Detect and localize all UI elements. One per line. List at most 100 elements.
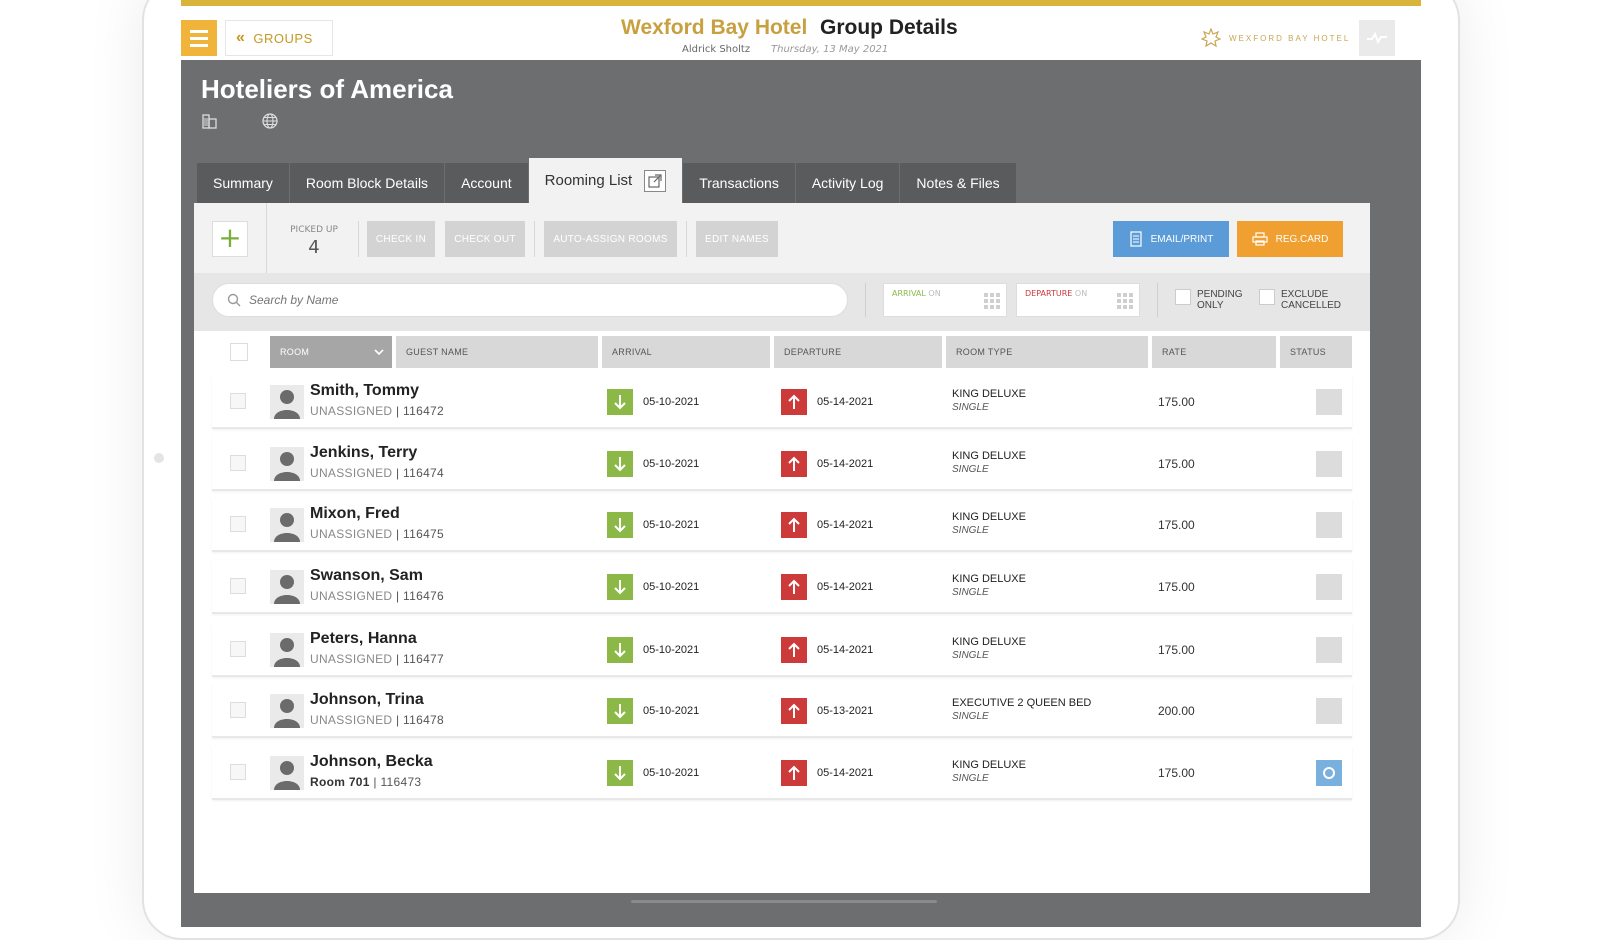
auto-assign-rooms-button[interactable]: AUTO-ASSIGN ROOMS	[544, 221, 677, 257]
table-row[interactable]: Johnson, Trina UNASSIGNED | 116478 05-10-2…	[212, 684, 1352, 738]
departure-date: 05-14-2021	[817, 396, 874, 408]
exclude-cancelled-checkbox[interactable]: EXCLUDE CANCELLED	[1259, 289, 1341, 311]
table-row[interactable]: Jenkins, Terry UNASSIGNED | 116474 05-10-2…	[212, 437, 1352, 491]
table-row[interactable]: Johnson, Becka Room 701 | 116473 05-10-202…	[212, 746, 1352, 800]
checkbox-box[interactable]	[1259, 289, 1275, 305]
table-row[interactable]: Swanson, Sam UNASSIGNED | 116476 05-10-202…	[212, 560, 1352, 614]
guest-name[interactable]: Johnson, Becka	[310, 753, 433, 771]
departure-date: 05-14-2021	[817, 519, 874, 531]
departure-arrow-icon	[781, 698, 807, 724]
email-print-button[interactable]: EMAIL/PRINT	[1113, 221, 1229, 257]
tab-rooming-list[interactable]: Rooming List	[528, 158, 684, 203]
arrival-date: 05-10-2021	[643, 458, 700, 470]
tab-activity-log[interactable]: Activity Log	[795, 163, 901, 203]
building-icon[interactable]	[201, 112, 219, 134]
room-type: KING DELUXE SINGLE	[952, 759, 1026, 784]
rate: 175.00	[1158, 580, 1195, 594]
table-row[interactable]: Smith, Tommy UNASSIGNED | 116472 05-10-202…	[212, 375, 1352, 429]
departure-date-filter[interactable]: DEPARTURE ON	[1016, 283, 1140, 317]
calendar-grid-icon[interactable]	[1117, 293, 1133, 309]
status-button[interactable]	[1316, 760, 1342, 786]
divider	[358, 221, 359, 257]
status-button[interactable]	[1316, 698, 1342, 724]
add-guest-button[interactable]: +	[212, 221, 248, 257]
avatar	[270, 694, 304, 728]
room-assignment: Room 701	[310, 775, 370, 789]
rate: 200.00	[1158, 704, 1195, 718]
departure-arrow-icon	[781, 637, 807, 663]
row-checkbox[interactable]	[230, 764, 246, 780]
room-type: EXECUTIVE 2 QUEEN BED SINGLE	[952, 697, 1091, 722]
table-row[interactable]: Peters, Hanna UNASSIGNED | 116477 05-10-20…	[212, 623, 1352, 677]
status-button[interactable]	[1316, 637, 1342, 663]
room-type-name: KING DELUXE	[952, 388, 1026, 400]
activity-pulse-button[interactable]	[1359, 20, 1395, 56]
occupancy: SINGLE	[952, 525, 989, 536]
departure-arrow-icon	[781, 512, 807, 538]
column-header-departure[interactable]: DEPARTURE	[774, 336, 942, 368]
status-button[interactable]	[1316, 451, 1342, 477]
guest-name[interactable]: Swanson, Sam	[310, 567, 423, 585]
divider	[266, 203, 267, 273]
status-button[interactable]	[1316, 512, 1342, 538]
document-icon	[1129, 231, 1142, 247]
pending-only-checkbox[interactable]: PENDING ONLY	[1175, 289, 1243, 311]
row-checkbox[interactable]	[230, 641, 246, 657]
calendar-grid-icon[interactable]	[984, 293, 1000, 309]
column-header-status[interactable]: STATUS	[1280, 336, 1352, 368]
guest-name[interactable]: Mixon, Fred	[310, 505, 400, 523]
check-in-button[interactable]: CHECK IN	[367, 221, 435, 257]
arrival-arrow-icon	[607, 637, 633, 663]
globe-icon[interactable]	[261, 112, 279, 134]
arrival-arrow-icon	[607, 574, 633, 600]
back-to-groups-button[interactable]: « GROUPS	[225, 20, 333, 56]
group-name: Hoteliers of America	[201, 74, 453, 104]
row-checkbox[interactable]	[230, 702, 246, 718]
page-title: Group Details	[820, 16, 958, 39]
confirmation-number: 116472	[403, 404, 444, 418]
search-input[interactable]	[249, 293, 809, 307]
confirmation-number: 116478	[403, 713, 444, 727]
row-checkbox[interactable]	[230, 393, 246, 409]
edit-names-button[interactable]: EDIT NAMES	[696, 221, 778, 257]
divider	[686, 221, 687, 257]
tab-transactions[interactable]: Transactions	[683, 163, 796, 203]
rooming-list-panel: + PICKED UP 4 CHECK IN CHECK OUT AUTO-AS…	[194, 203, 1370, 893]
arrival-date: 05-10-2021	[643, 396, 700, 408]
room-type: KING DELUXE SINGLE	[952, 388, 1026, 413]
hamburger-menu-button[interactable]	[181, 20, 217, 56]
column-header-rate[interactable]: RATE	[1152, 336, 1276, 368]
row-checkbox[interactable]	[230, 455, 246, 471]
status-button[interactable]	[1316, 389, 1342, 415]
search-box[interactable]	[212, 283, 848, 317]
arrival-date-filter[interactable]: ARRIVAL ON	[883, 283, 1007, 317]
column-header-room-type[interactable]: ROOM TYPE	[946, 336, 1148, 368]
tab-notes-files[interactable]: Notes & Files	[900, 163, 1017, 203]
camera-dot	[154, 453, 164, 463]
column-header-arrival[interactable]: ARRIVAL	[602, 336, 770, 368]
table-row[interactable]: Mixon, Fred UNASSIGNED | 116475 05-10-2021…	[212, 498, 1352, 552]
status-button[interactable]	[1316, 574, 1342, 600]
popout-icon[interactable]	[644, 169, 667, 192]
occupancy: SINGLE	[952, 402, 989, 413]
select-all-checkbox[interactable]	[230, 343, 248, 361]
room-assignment: UNASSIGNED	[310, 589, 393, 603]
tab-account[interactable]: Account	[445, 163, 529, 203]
arrival-filter-label: ARRIVAL ON	[892, 289, 941, 298]
check-out-button[interactable]: CHECK OUT	[445, 221, 525, 257]
checkbox-box[interactable]	[1175, 289, 1191, 305]
reg-card-button[interactable]: REG.CARD	[1237, 221, 1343, 257]
guest-name[interactable]: Johnson, Trina	[310, 691, 424, 709]
exclude-cancelled-label: EXCLUDE CANCELLED	[1281, 289, 1342, 311]
rate: 175.00	[1158, 766, 1195, 780]
guest-name[interactable]: Peters, Hanna	[310, 630, 417, 648]
column-header-guest-name[interactable]: GUEST NAME	[396, 336, 598, 368]
guest-name[interactable]: Jenkins, Terry	[310, 444, 417, 462]
row-checkbox[interactable]	[230, 578, 246, 594]
row-checkbox[interactable]	[230, 516, 246, 532]
tab-summary[interactable]: Summary	[197, 163, 290, 203]
guest-name[interactable]: Smith, Tommy	[310, 382, 419, 400]
tab-room-block-details[interactable]: Room Block Details	[289, 163, 446, 203]
guest-room-conf: UNASSIGNED | 116476	[310, 589, 444, 603]
column-header-room[interactable]: ROOM	[270, 336, 392, 368]
